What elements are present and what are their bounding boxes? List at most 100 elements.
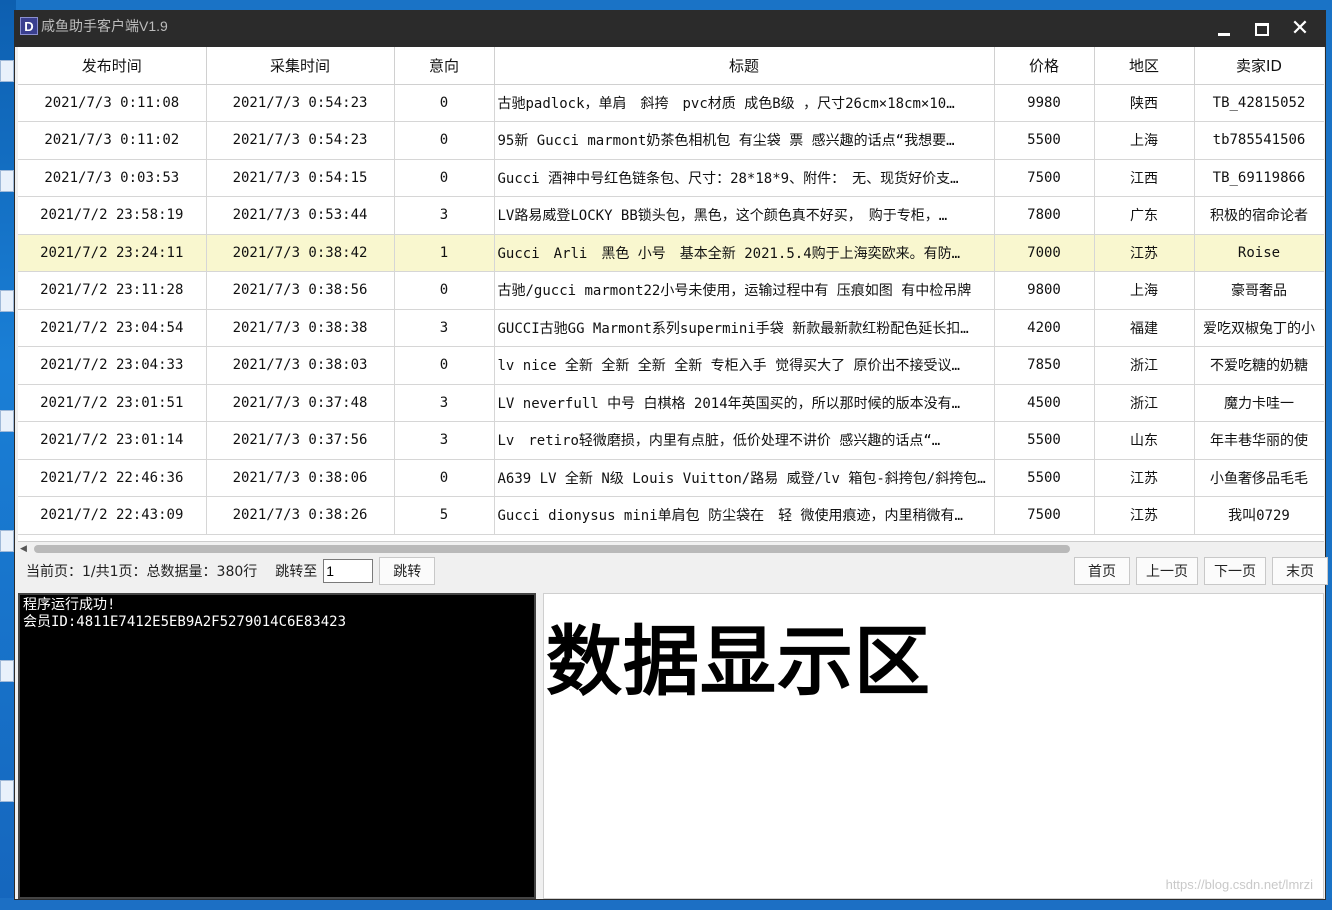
cell-publish-time: 2021/7/3 0:11:02 (18, 121, 207, 160)
watermark: https://blog.csdn.net/lmrzi (1165, 877, 1313, 892)
table-row[interactable]: 2021/7/3 0:11:02 2021/7/3 0:54:23 0 95新 Guc… (18, 121, 1324, 160)
cell-seller-id: tb785541506 (1194, 121, 1324, 160)
cell-collect-time: 2021/7/3 0:53:44 (206, 196, 395, 235)
cell-collect-time: 2021/7/3 0:38:06 (206, 459, 395, 497)
cell-seller-id: 积极的宿命论者 (1194, 196, 1324, 235)
table-row[interactable]: 2021/7/2 23:04:54 2021/7/3 0:38:38 3 GUCCI古… (18, 309, 1324, 347)
cell-collect-time: 2021/7/3 0:37:48 (206, 384, 395, 422)
scroll-left-icon[interactable]: ◀ (20, 544, 27, 554)
window-title: 咸鱼助手客户端V1.9 (41, 18, 168, 34)
desktop-icon[interactable] (0, 780, 14, 802)
jump-page-input[interactable] (323, 559, 374, 583)
display-heading: 数据显示区 (546, 617, 931, 706)
column-header-seller-id[interactable]: 卖家ID (1194, 47, 1324, 85)
cell-seller-id: TB_42815052 (1194, 84, 1324, 122)
cell-intent: 5 (394, 496, 495, 535)
table-row[interactable]: 2021/7/2 23:04:33 2021/7/3 0:38:03 0 lv nic… (18, 346, 1324, 385)
column-header-publish-time[interactable]: 发布时间 (18, 47, 207, 85)
desktop-icon[interactable] (0, 60, 14, 82)
column-header-title[interactable]: 标题 (494, 47, 995, 85)
jump-button[interactable]: 跳转 (379, 557, 436, 585)
close-button[interactable]: ✕ (1281, 15, 1319, 43)
cell-title: 古驰padlock，单肩 斜挎 pvc材质 成色B级 ，尺寸26cm×18cm×… (494, 84, 995, 122)
table-row[interactable]: 2021/7/2 22:43:09 2021/7/3 0:38:26 5 Gucci … (18, 496, 1324, 535)
app-window: D 咸鱼助手客户端V1.9 ✕ 发布时间 采集时间 意向 标题 价格 地区 卖家… (14, 10, 1328, 900)
data-table[interactable]: 发布时间 采集时间 意向 标题 价格 地区 卖家ID 2021/7/3 0:11… (18, 47, 1324, 542)
cell-price: 7000 (994, 234, 1095, 272)
scrollbar-thumb[interactable] (34, 545, 1070, 553)
cell-price: 9980 (994, 84, 1095, 122)
cell-title: GUCCI古驰GG Marmont系列supermini手袋 新款最新款红粉配色… (494, 309, 995, 347)
last-page-button[interactable]: 末页 (1272, 557, 1328, 585)
table-row[interactable]: 2021/7/2 23:01:14 2021/7/3 0:37:56 3 Lv ret… (18, 421, 1324, 460)
cell-intent: 0 (394, 159, 495, 197)
cell-title: 95新 Gucci marmont奶茶色相机包 有尘袋 票 感兴趣的话点“我想要… (494, 121, 995, 160)
cell-region: 上海 (1094, 271, 1195, 310)
column-header-intent[interactable]: 意向 (394, 47, 495, 85)
cell-collect-time: 2021/7/3 0:38:26 (206, 496, 395, 535)
minimize-button[interactable] (1205, 15, 1243, 43)
cell-intent: 0 (394, 271, 495, 310)
first-page-button[interactable]: 首页 (1074, 557, 1130, 585)
cell-collect-time: 2021/7/3 0:38:38 (206, 309, 395, 347)
pagination-bar: 当前页：1/共1页：总数据量：380行 跳转至 跳转 首页 上一页 下一页 末页 (18, 554, 1328, 588)
desktop-icon[interactable] (0, 530, 14, 552)
console-line: 会员ID:4811E7412E5EB9A2F5279014C6E83423 (23, 614, 347, 630)
cell-intent: 1 (394, 234, 495, 272)
cell-collect-time: 2021/7/3 0:37:56 (206, 421, 395, 460)
log-console[interactable]: 程序运行成功! 会员ID:4811E7412E5EB9A2F5279014C6E… (18, 593, 536, 899)
title-bar[interactable]: D 咸鱼助手客户端V1.9 ✕ (15, 11, 1325, 47)
cell-region: 浙江 (1094, 346, 1195, 385)
cell-seller-id: 豪哥奢品 (1194, 271, 1324, 310)
cell-region: 上海 (1094, 121, 1195, 160)
cell-seller-id: 魔力卡哇一 (1194, 384, 1324, 422)
data-display-area[interactable]: 数据显示区 https://blog.csdn.net/lmrzi (543, 593, 1324, 899)
cell-title: 古驰/gucci marmont22小号未使用，运输过程中有 压痕如图 有中检吊… (494, 271, 995, 310)
cell-title: LV neverfull 中号 白棋格 2014年英国买的，所以那时候的版本没有… (494, 384, 995, 422)
table-row[interactable]: 2021/7/2 23:11:28 2021/7/3 0:38:56 0 古驰/guc… (18, 271, 1324, 310)
table-row[interactable]: 2021/7/2 22:46:36 2021/7/3 0:38:06 0 A639 L… (18, 459, 1324, 497)
desktop-icon[interactable] (0, 170, 14, 192)
app-icon: D (20, 17, 38, 35)
cell-collect-time: 2021/7/3 0:38:03 (206, 346, 395, 385)
cell-publish-time: 2021/7/2 22:46:36 (18, 459, 207, 497)
desktop-icon[interactable] (0, 290, 14, 312)
column-header-region[interactable]: 地区 (1094, 47, 1195, 85)
next-page-button[interactable]: 下一页 (1204, 557, 1266, 585)
prev-page-button[interactable]: 上一页 (1136, 557, 1198, 585)
desktop-icon[interactable] (0, 660, 14, 682)
cell-title: Gucci Arli 黑色 小号 基本全新 2021.5.4购于上海奕欧来。有防… (494, 234, 995, 272)
table-row[interactable]: 2021/7/2 23:24:11 2021/7/3 0:38:42 1 Gucci … (18, 234, 1324, 272)
cell-collect-time: 2021/7/3 0:54:23 (206, 84, 395, 122)
maximize-button[interactable] (1243, 15, 1281, 43)
close-icon: ✕ (1290, 16, 1310, 41)
table-row[interactable]: 2021/7/2 23:58:19 2021/7/3 0:53:44 3 LV路易威登… (18, 196, 1324, 235)
cell-price: 4200 (994, 309, 1095, 347)
column-header-collect-time[interactable]: 采集时间 (206, 47, 395, 85)
cell-region: 浙江 (1094, 384, 1195, 422)
console-line: 程序运行成功! (23, 597, 116, 613)
cell-title: Gucci dionysus mini单肩包 防尘袋在 轻 微使用痕迹，内里稍微… (494, 496, 995, 535)
table-row[interactable]: 2021/7/2 23:01:51 2021/7/3 0:37:48 3 LV nev… (18, 384, 1324, 422)
table-row[interactable]: 2021/7/3 0:03:53 2021/7/3 0:54:15 0 Gucci 酒… (18, 159, 1324, 197)
cell-seller-id: 小鱼奢侈品毛毛 (1194, 459, 1324, 497)
minimize-icon (1218, 32, 1230, 36)
cell-publish-time: 2021/7/2 23:58:19 (18, 196, 207, 235)
cell-title: LV路易威登LOCKY BB锁头包，黑色，这个颜色真不好买， 购于专柜，… (494, 196, 995, 235)
cell-intent: 3 (394, 196, 495, 235)
table-row[interactable]: 2021/7/3 0:11:08 2021/7/3 0:54:23 0 古驰padlo… (18, 84, 1324, 122)
cell-price: 7850 (994, 346, 1095, 385)
cell-collect-time: 2021/7/3 0:54:23 (206, 121, 395, 160)
cell-title: A639 LV 全新 N级 Louis Vuitton/路易 威登/lv 箱包-… (494, 459, 995, 497)
cell-seller-id: 不爱吃糖的奶糖 (1194, 346, 1324, 385)
cell-price: 7800 (994, 196, 1095, 235)
cell-price: 5500 (994, 459, 1095, 497)
cell-intent: 0 (394, 459, 495, 497)
cell-intent: 3 (394, 384, 495, 422)
desktop-icon[interactable] (0, 410, 14, 432)
cell-region: 江苏 (1094, 234, 1195, 272)
cell-publish-time: 2021/7/3 0:03:53 (18, 159, 207, 197)
column-header-price[interactable]: 价格 (994, 47, 1095, 85)
cell-publish-time: 2021/7/2 23:11:28 (18, 271, 207, 310)
cell-intent: 3 (394, 421, 495, 460)
